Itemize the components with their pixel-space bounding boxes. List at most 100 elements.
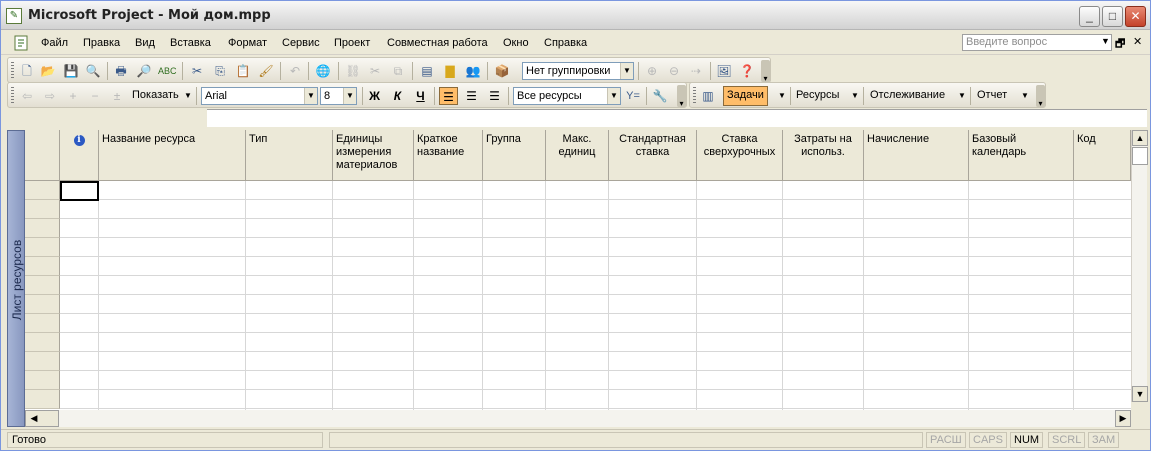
- align-right-icon[interactable]: ☰: [485, 87, 504, 105]
- bold-button[interactable]: Ж: [365, 87, 384, 105]
- menu-insert[interactable]: Вставка: [170, 37, 211, 49]
- undo-icon[interactable]: ↶: [286, 62, 304, 80]
- copy-icon[interactable]: ⎘: [211, 62, 229, 80]
- row-header[interactable]: [25, 276, 60, 295]
- open-icon[interactable]: 📂: [39, 62, 57, 80]
- zoom-in-icon[interactable]: ⊕: [643, 62, 661, 80]
- font-name-select[interactable]: Arial ▼: [201, 87, 318, 105]
- row-header[interactable]: [25, 200, 60, 219]
- table-row[interactable]: [60, 181, 1131, 200]
- column-max-units[interactable]: Макс. единиц: [546, 130, 609, 181]
- chevron-down-icon[interactable]: ▼: [1021, 91, 1029, 100]
- scroll-left-icon[interactable]: ◀: [26, 411, 42, 426]
- show-button[interactable]: Показать: [132, 89, 179, 101]
- active-cell[interactable]: [60, 181, 99, 201]
- scroll-up-icon[interactable]: ▲: [1132, 130, 1148, 146]
- print-icon[interactable]: 🖶: [112, 62, 130, 80]
- vertical-scrollbar[interactable]: ▲ ▼: [1131, 130, 1148, 402]
- save-icon[interactable]: 💾: [62, 62, 80, 80]
- row-header[interactable]: [25, 181, 60, 200]
- horizontal-scrollbar[interactable]: ◀ ▶: [25, 410, 1131, 427]
- table-row[interactable]: [60, 238, 1131, 257]
- table-row[interactable]: [60, 200, 1131, 219]
- show-outline-icon[interactable]: ±: [108, 87, 126, 105]
- grouping-select[interactable]: Нет группировки ▼: [522, 62, 634, 80]
- hide-subtasks-icon[interactable]: −: [86, 87, 104, 105]
- resource-sheet-grid[interactable]: i Название ресурса Тип Единицы измерения…: [25, 130, 1131, 410]
- task-info-icon[interactable]: ▤: [418, 62, 436, 80]
- underline-button[interactable]: Ч: [411, 87, 430, 105]
- align-center-icon[interactable]: ☰: [462, 87, 481, 105]
- column-initials[interactable]: Краткое название: [414, 130, 483, 181]
- menu-window[interactable]: Окно: [503, 37, 529, 49]
- help-icon[interactable]: ❓: [738, 62, 756, 80]
- scroll-down-icon[interactable]: ▼: [1132, 386, 1148, 402]
- chevron-down-icon[interactable]: ▼: [620, 63, 633, 79]
- scroll-thumb[interactable]: [1132, 147, 1148, 165]
- chevron-down-icon[interactable]: ▼: [851, 91, 859, 100]
- help-dropdown-icon[interactable]: ▼: [1101, 36, 1110, 46]
- align-left-icon[interactable]: ☰: [439, 87, 458, 105]
- column-name[interactable]: Название ресурса: [99, 130, 246, 181]
- row-header[interactable]: [25, 390, 60, 409]
- table-row[interactable]: [60, 314, 1131, 333]
- cut-icon[interactable]: ✂: [188, 62, 206, 80]
- publish-icon[interactable]: 📦: [493, 62, 511, 80]
- show-subtasks-icon[interactable]: +: [64, 87, 82, 105]
- new-icon[interactable]: 🗋: [18, 62, 36, 80]
- paste-icon[interactable]: 📋: [234, 62, 252, 80]
- view-bar[interactable]: Лист ресурсов: [7, 130, 25, 427]
- menu-help[interactable]: Справка: [544, 37, 587, 49]
- column-standard-rate[interactable]: Стандартная ставка: [609, 130, 697, 181]
- guide-report-button[interactable]: Отчет: [977, 89, 1007, 101]
- row-header[interactable]: [25, 333, 60, 352]
- guide-tracking-button[interactable]: Отслеживание: [870, 89, 945, 101]
- column-base-calendar[interactable]: Базовый календарь: [969, 130, 1074, 181]
- table-row[interactable]: [60, 276, 1131, 295]
- project-app-icon[interactable]: ✎: [6, 8, 22, 24]
- row-header[interactable]: [25, 295, 60, 314]
- minimize-button[interactable]: _: [1079, 6, 1100, 27]
- font-size-select[interactable]: 8 ▼: [320, 87, 357, 105]
- zoom-out-icon[interactable]: ⊖: [665, 62, 683, 80]
- row-header[interactable]: [25, 238, 60, 257]
- column-accrue[interactable]: Начисление: [864, 130, 969, 181]
- row-header[interactable]: [25, 257, 60, 276]
- filter-select[interactable]: Все ресурсы ▼: [513, 87, 621, 105]
- row-header[interactable]: [25, 219, 60, 238]
- close-button[interactable]: ✕: [1125, 6, 1146, 27]
- menu-collaborate[interactable]: Совместная работа: [387, 37, 488, 49]
- unlink-tasks-icon[interactable]: ✂: [366, 62, 384, 80]
- help-question-input[interactable]: Введите вопрос: [962, 34, 1112, 51]
- outdent-icon[interactable]: ⇦: [18, 87, 36, 105]
- column-group[interactable]: Группа: [483, 130, 546, 181]
- doc-close-icon[interactable]: ✕: [1133, 35, 1142, 48]
- chevron-down-icon[interactable]: ▼: [184, 91, 192, 100]
- table-row[interactable]: [60, 352, 1131, 371]
- menu-tools[interactable]: Сервис: [282, 37, 320, 49]
- split-task-icon[interactable]: ⧉: [389, 62, 407, 80]
- spelling-icon[interactable]: ABC: [158, 62, 177, 80]
- menu-project[interactable]: Проект: [334, 37, 370, 49]
- toolbar-options-icon[interactable]: ▾: [761, 60, 770, 83]
- table-row[interactable]: [60, 219, 1131, 238]
- chevron-down-icon[interactable]: ▼: [343, 88, 356, 104]
- menu-format[interactable]: Формат: [228, 37, 267, 49]
- menu-view[interactable]: Вид: [135, 37, 155, 49]
- toolbar-options-icon[interactable]: ▾: [1036, 85, 1045, 108]
- column-code[interactable]: Код: [1074, 130, 1131, 181]
- chevron-down-icon[interactable]: ▼: [304, 88, 317, 104]
- column-indicators[interactable]: i: [60, 130, 99, 181]
- scroll-left-area[interactable]: ◀: [25, 410, 59, 427]
- print-preview-icon[interactable]: 🔎: [135, 62, 153, 80]
- row-header[interactable]: [25, 314, 60, 333]
- italic-button[interactable]: К: [388, 87, 407, 105]
- document-icon[interactable]: [9, 35, 29, 51]
- chevron-down-icon[interactable]: ▼: [607, 88, 620, 104]
- link-tasks-icon[interactable]: ⛓: [344, 62, 362, 80]
- maximize-button[interactable]: □: [1102, 6, 1123, 27]
- search-file-icon[interactable]: 🔍: [84, 62, 102, 80]
- format-painter-icon[interactable]: 🖌: [257, 62, 275, 80]
- table-row[interactable]: [60, 333, 1131, 352]
- row-header[interactable]: [25, 371, 60, 390]
